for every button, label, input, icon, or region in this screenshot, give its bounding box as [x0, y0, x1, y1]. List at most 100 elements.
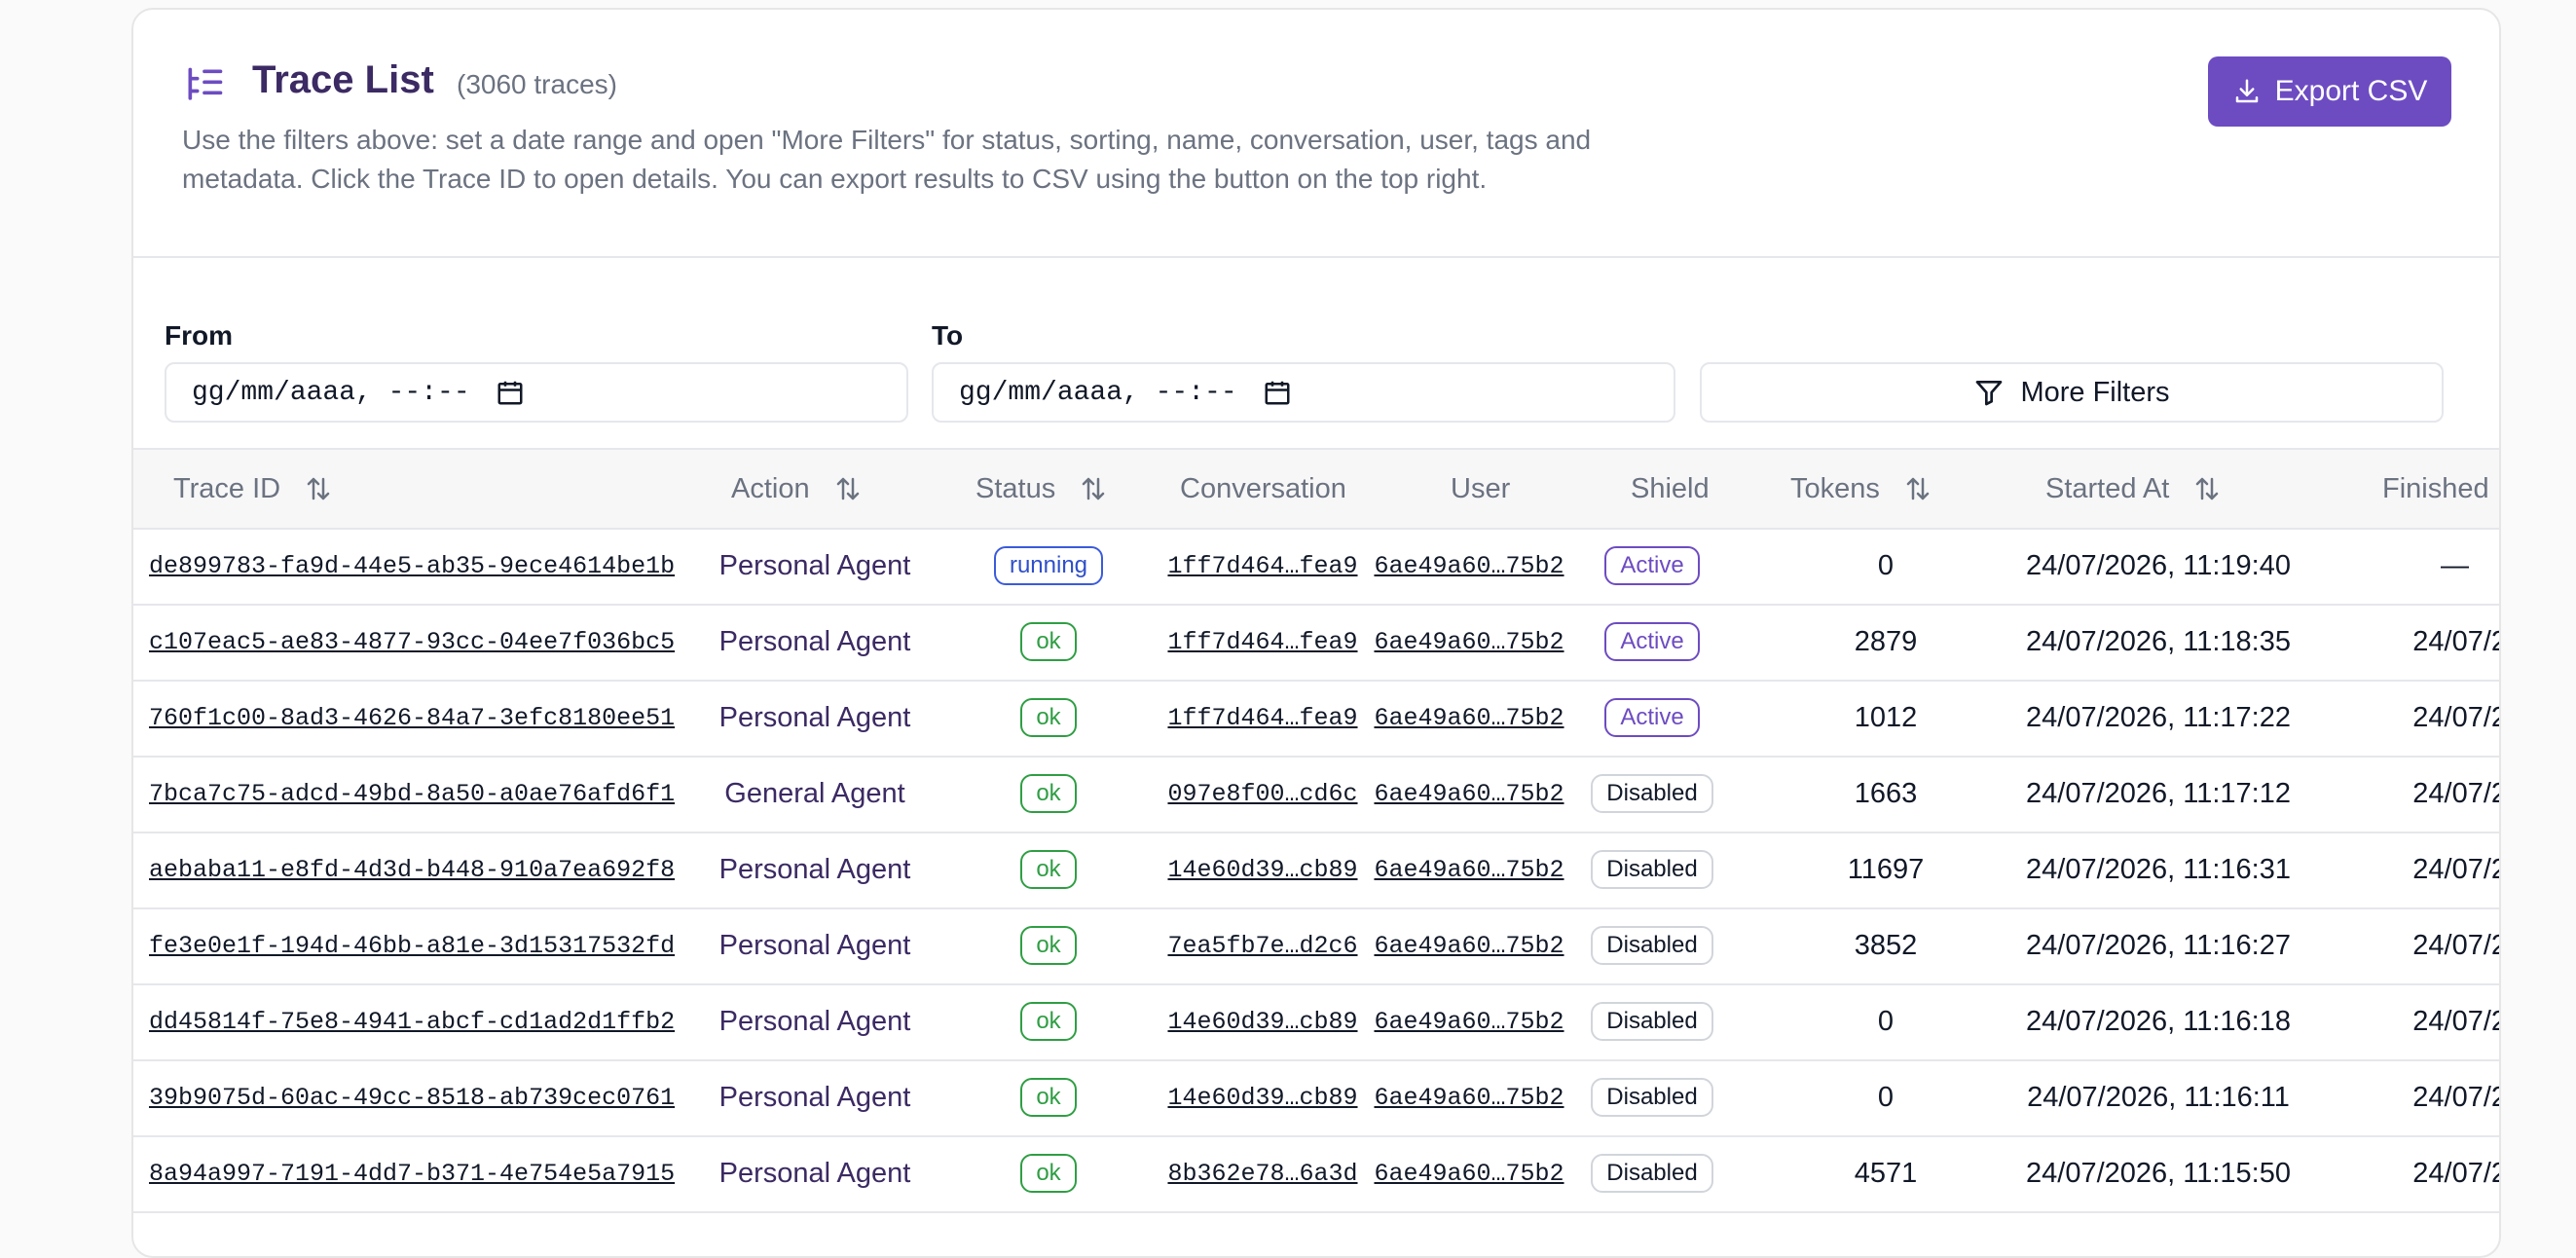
shield-cell: Disabled [1574, 983, 1730, 1059]
finished-cell: 24/07/2026, 1 [2324, 832, 2499, 907]
conversation-link[interactable]: 1ff7d464…fea9 [1167, 704, 1357, 732]
started-cell: 24/07/2026, 11:17:12 [1993, 756, 2324, 832]
trace-id-link[interactable]: dd45814f-75e8-4941-abcf-cd1ad2d1ffb2 [149, 1008, 675, 1036]
finished-value: 24/07/2026, 1 [2412, 1157, 2499, 1189]
shield-badge: Disabled [1591, 1078, 1713, 1117]
user-link[interactable]: 6ae49a60…75b2 [1374, 856, 1564, 884]
tokens-value: 3852 [1854, 929, 1918, 961]
conversation-link[interactable]: 7ea5fb7e…d2c6 [1167, 932, 1357, 960]
tokens-cell: 2879 [1788, 604, 1983, 680]
user-link[interactable]: 6ae49a60…75b2 [1374, 1008, 1564, 1036]
conversation-link[interactable]: 14e60d39…cb89 [1167, 1084, 1357, 1112]
id-cell: fe3e0e1f-194d-46bb-a81e-3d15317532fd [149, 907, 675, 983]
from-label: From [165, 320, 233, 351]
tokens-cell: 0 [1788, 528, 1983, 604]
conversation-link[interactable]: 14e60d39…cb89 [1167, 1008, 1357, 1036]
conversation-cell: 14e60d39…cb89 [1165, 832, 1360, 907]
started-cell: 24/07/2026, 11:16:11 [1993, 1059, 2324, 1135]
user-link[interactable]: 6ae49a60…75b2 [1374, 1084, 1564, 1112]
tokens-cell: 3852 [1788, 907, 1983, 983]
shield-badge: Disabled [1591, 926, 1713, 965]
shield-cell: Active [1574, 680, 1730, 756]
status-cell: ok [971, 983, 1126, 1059]
user-link[interactable]: 6ae49a60…75b2 [1374, 780, 1564, 808]
action-name: Personal Agent [718, 1081, 911, 1113]
column-header-trace-id[interactable]: Trace ID [173, 450, 333, 528]
id-cell: de899783-fa9d-44e5-ab35-9ece4614be1b [149, 528, 675, 604]
tokens-value: 1663 [1854, 777, 1918, 809]
trace-id-link[interactable]: 7bca7c75-adcd-49bd-8a50-a0ae76afd6f1 [149, 780, 675, 808]
column-label: Finished [2382, 472, 2489, 504]
user-cell: 6ae49a60…75b2 [1372, 983, 1566, 1059]
sort-icon[interactable] [1079, 474, 1108, 503]
user-link[interactable]: 6ae49a60…75b2 [1374, 552, 1564, 580]
conversation-cell: 1ff7d464…fea9 [1165, 604, 1360, 680]
from-date-input[interactable]: gg/mm/aaaa, --:-- [165, 362, 908, 423]
shield-badge: Active [1604, 622, 1700, 661]
shield-badge: Disabled [1591, 850, 1713, 889]
to-label: To [932, 320, 964, 351]
sort-icon[interactable] [304, 474, 333, 503]
action-name: General Agent [724, 777, 905, 809]
to-date-input[interactable]: gg/mm/aaaa, --:-- [932, 362, 1675, 423]
conversation-link[interactable]: 097e8f00…cd6c [1167, 780, 1357, 808]
sort-icon[interactable] [833, 474, 863, 503]
finished-cell: 24/07/2026, 1 [2324, 983, 2499, 1059]
trace-id-link[interactable]: 8a94a997-7191-4dd7-b371-4e754e5a7915 [149, 1160, 675, 1188]
list-tree-icon [188, 67, 223, 100]
sort-icon[interactable] [1903, 474, 1932, 503]
action-cell: Personal Agent [669, 983, 961, 1059]
table-header: Trace ID Action Status Conversation User… [133, 448, 2499, 530]
column-header-action[interactable]: Action [731, 450, 863, 528]
status-badge: ok [1020, 1002, 1077, 1041]
column-header-user: User [1451, 450, 1510, 528]
conversation-link[interactable]: 1ff7d464…fea9 [1167, 552, 1357, 580]
user-link[interactable]: 6ae49a60…75b2 [1374, 628, 1564, 656]
status-cell: ok [971, 604, 1126, 680]
trace-id-link[interactable]: aebaba11-e8fd-4d3d-b448-910a7ea692f8 [149, 856, 675, 884]
user-link[interactable]: 6ae49a60…75b2 [1374, 932, 1564, 960]
calendar-icon[interactable] [1263, 378, 1292, 407]
table-row: c107eac5-ae83-4877-93cc-04ee7f036bc5 Pers… [133, 604, 2499, 682]
status-cell: running [971, 528, 1126, 604]
finished-value: 24/07/2026, 1 [2412, 929, 2499, 961]
started-cell: 24/07/2026, 11:19:40 [1993, 528, 2324, 604]
status-badge: running [993, 546, 1104, 585]
conversation-link[interactable]: 8b362e78…6a3d [1167, 1160, 1357, 1188]
tokens-value: 0 [1877, 549, 1895, 581]
trace-id-link[interactable]: 39b9075d-60ac-49cc-8518-ab739cec0761 [149, 1084, 675, 1112]
column-header-status[interactable]: Status [975, 450, 1108, 528]
column-header-finished: Finished [2382, 450, 2489, 528]
tokens-value: 1012 [1854, 701, 1918, 733]
conversation-link[interactable]: 1ff7d464…fea9 [1167, 628, 1357, 656]
trace-id-link[interactable]: c107eac5-ae83-4877-93cc-04ee7f036bc5 [149, 628, 675, 656]
shield-badge: Active [1604, 546, 1700, 585]
trace-id-link[interactable]: de899783-fa9d-44e5-ab35-9ece4614be1b [149, 552, 675, 580]
conversation-link[interactable]: 14e60d39…cb89 [1167, 856, 1357, 884]
shield-cell: Disabled [1574, 756, 1730, 832]
status-cell: ok [971, 1135, 1126, 1211]
user-cell: 6ae49a60…75b2 [1372, 604, 1566, 680]
finished-cell: 24/07/2026, 1 [2324, 756, 2499, 832]
action-cell: Personal Agent [669, 528, 961, 604]
column-label: Conversation [1180, 472, 1346, 504]
started-cell: 24/07/2026, 11:16:18 [1993, 983, 2324, 1059]
calendar-icon[interactable] [496, 378, 525, 407]
more-filters-button[interactable]: More Filters [1700, 362, 2444, 423]
shield-cell: Disabled [1574, 1135, 1730, 1211]
user-link[interactable]: 6ae49a60…75b2 [1374, 704, 1564, 732]
column-header-tokens[interactable]: Tokens [1790, 450, 1932, 528]
trace-list-card: Trace List (3060 traces) Use the filters… [131, 8, 2501, 1258]
trace-id-link[interactable]: fe3e0e1f-194d-46bb-a81e-3d15317532fd [149, 932, 675, 960]
status-badge: ok [1020, 1078, 1077, 1117]
column-header-started-at[interactable]: Started At [2045, 450, 2222, 528]
export-csv-label: Export CSV [2274, 75, 2428, 107]
sort-icon[interactable] [2192, 474, 2222, 503]
shield-badge: Disabled [1591, 1002, 1713, 1041]
finished-value: 24/07/2026, 1 [2412, 853, 2499, 885]
user-link[interactable]: 6ae49a60…75b2 [1374, 1160, 1564, 1188]
export-csv-button[interactable]: Export CSV [2208, 56, 2451, 127]
trace-id-link[interactable]: 760f1c00-8ad3-4626-84a7-3efc8180ee51 [149, 704, 675, 732]
from-date-value: gg/mm/aaaa, --:-- [192, 377, 470, 408]
tokens-value: 4571 [1854, 1157, 1918, 1189]
